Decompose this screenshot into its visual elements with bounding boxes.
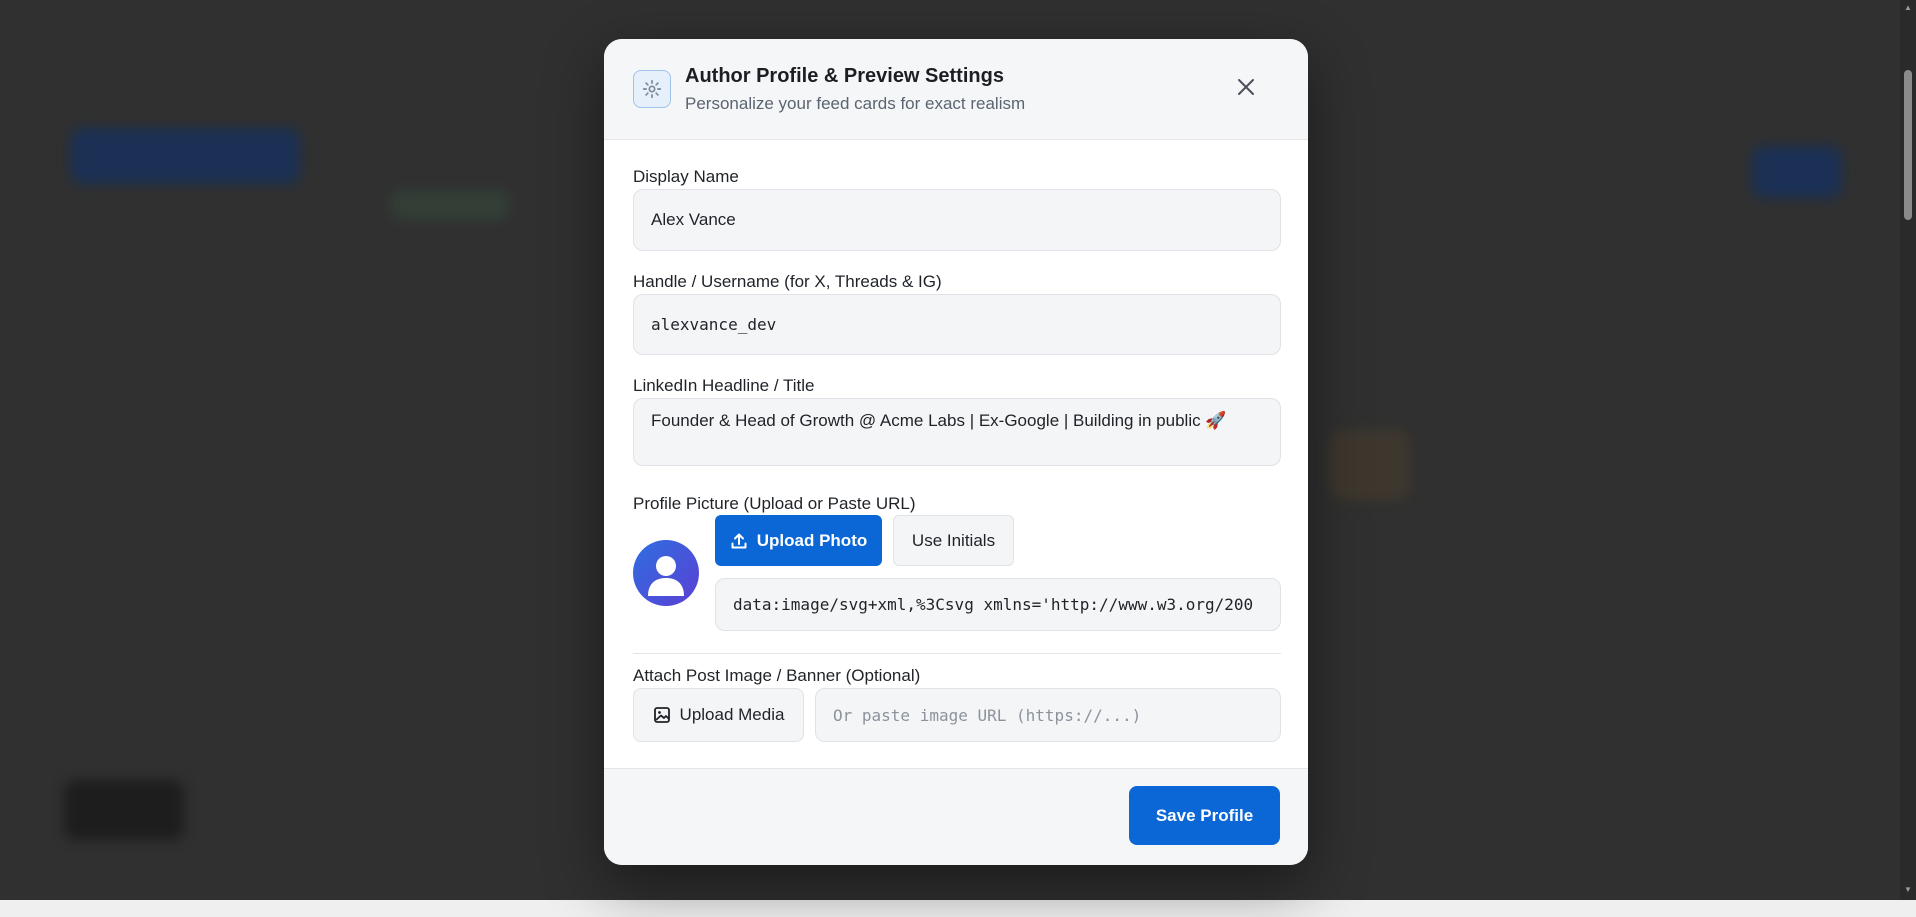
close-button[interactable]: [1232, 73, 1260, 101]
headline-label: LinkedIn Headline / Title: [633, 376, 815, 395]
image-icon: [653, 707, 670, 723]
display-name-input[interactable]: Alex Vance: [633, 189, 1281, 251]
post-image-label: Attach Post Image / Banner (Optional): [633, 666, 921, 685]
upload-photo-button[interactable]: Upload Photo: [715, 515, 882, 566]
gear-icon: [633, 70, 671, 108]
section-divider: [633, 653, 1281, 654]
profile-picture-url-value: data:image/svg+xml,%3Csvg xmlns='http://…: [733, 595, 1254, 614]
save-profile-button[interactable]: Save Profile: [1129, 786, 1280, 845]
save-profile-label: Save Profile: [1155, 805, 1254, 825]
post-image-url-input[interactable]: Or paste image URL (https://...): [815, 688, 1281, 742]
display-name-label: Display Name: [633, 167, 739, 186]
profile-picture-url-input[interactable]: data:image/svg+xml,%3Csvg xmlns='http://…: [715, 578, 1281, 631]
bottom-strip: [0, 900, 1916, 917]
user-icon: [648, 556, 684, 596]
upload-media-button[interactable]: Upload Media: [633, 688, 804, 742]
modal-subtitle: Personalize your feed cards for exact re…: [685, 94, 1026, 113]
use-initials-button[interactable]: Use Initials: [893, 515, 1014, 566]
upload-icon: [731, 533, 747, 548]
modal-footer: Save Profile: [604, 768, 1308, 865]
upload-media-label: Upload Media: [679, 705, 785, 724]
scroll-down-icon[interactable]: ▼: [1903, 886, 1913, 894]
avatar: [633, 540, 699, 606]
modal-header: Author Profile & Preview Settings Person…: [604, 39, 1308, 140]
scroll-up-icon[interactable]: ▲: [1903, 4, 1913, 12]
display-name-value: Alex Vance: [651, 210, 736, 229]
post-image-url-placeholder: Or paste image URL (https://...): [833, 705, 1142, 725]
profile-picture-label: Profile Picture (Upload or Paste URL): [633, 494, 916, 513]
scroll-thumb[interactable]: [1904, 70, 1912, 220]
author-profile-modal: Author Profile & Preview Settings Person…: [604, 39, 1308, 865]
handle-value: alexvance_dev: [651, 315, 777, 334]
upload-photo-label: Upload Photo: [756, 530, 868, 550]
handle-input[interactable]: alexvance_dev: [633, 294, 1281, 355]
headline-textarea[interactable]: Founder & Head of Growth @ Acme Labs | E…: [633, 398, 1281, 466]
modal-title: Author Profile & Preview Settings: [685, 65, 1004, 87]
headline-value: Founder & Head of Growth @ Acme Labs | E…: [651, 411, 1227, 430]
use-initials-label: Use Initials: [911, 530, 996, 550]
close-icon: [1238, 79, 1254, 95]
handle-label: Handle / Username (for X, Threads & IG): [633, 272, 942, 291]
